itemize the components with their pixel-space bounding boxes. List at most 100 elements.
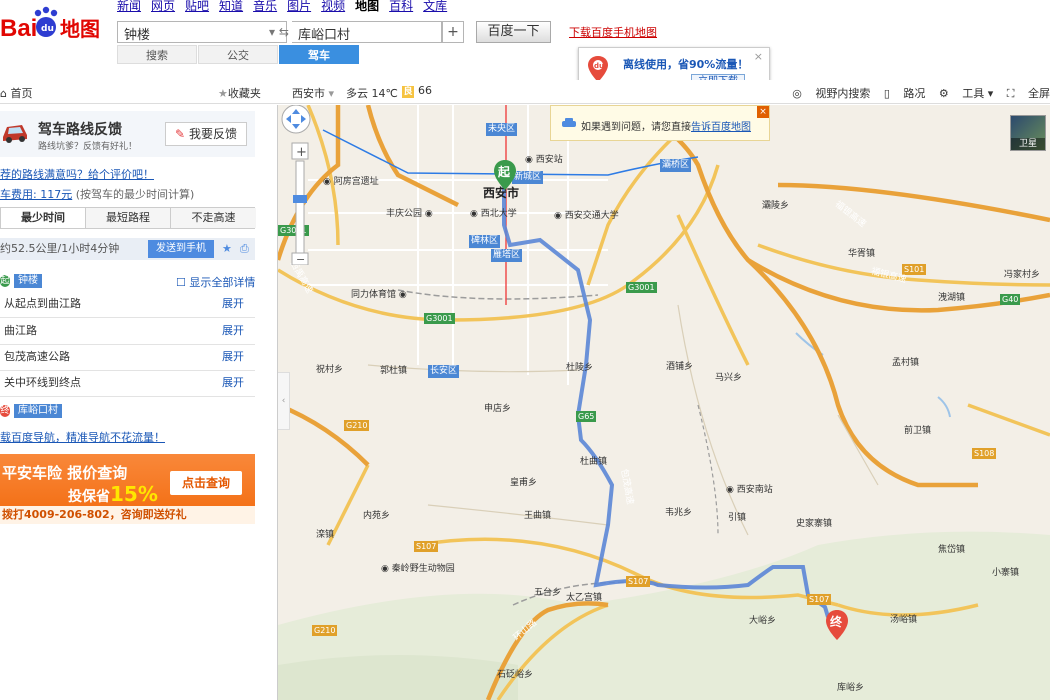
to-input[interactable]: 库峪口村 [292,21,442,43]
place-label[interactable]: ◉ 阿房宫遗址 [323,174,379,187]
place-label[interactable]: 孟村镇 [892,355,919,368]
route-segment[interactable]: 关中环线到终点 展开 [0,371,255,397]
route-segment[interactable]: 包茂高速公路 展开 [0,345,255,371]
top-nav-link[interactable]: 地图 [355,0,379,13]
top-nav-link[interactable]: 视频 [321,0,345,13]
feedback-button[interactable]: ✎ 我要反馈 [165,122,247,146]
toast-message: 离线使用，省90%流量！ [623,58,749,71]
place-label[interactable]: ◉ 西安南站 [726,482,773,495]
place-label[interactable]: 大峪乡 [749,613,776,626]
place-label[interactable]: 灞陵乡 [762,198,789,211]
insurance-ad[interactable]: 平安车险 报价查询 投保省15% 点击查询 拨打4009-206-802，咨询即… [0,454,255,524]
district-label[interactable]: 长安区 [428,365,460,378]
close-icon[interactable]: × [754,50,763,63]
expand-link[interactable]: 展开 [222,345,244,369]
home-link[interactable]: ⌂ 首页 [0,85,32,101]
place-label[interactable]: 库峪乡 [837,680,864,693]
top-nav-link[interactable]: 图片 [287,0,311,13]
place-label[interactable]: 内苑乡 [363,508,390,521]
place-label[interactable]: 洩湖镇 [938,290,965,303]
top-nav-link[interactable]: 音乐 [253,0,277,13]
expand-link[interactable]: 展开 [222,371,244,395]
place-label[interactable]: 杜陵乡 [566,360,593,373]
place-label[interactable]: 滦镇 [316,527,334,540]
star-icon[interactable]: ★ [222,238,232,260]
district-label[interactable]: 未央区 [486,123,518,136]
tab-drive[interactable]: 驾车 [279,45,359,64]
show-all-details[interactable]: ☐ 显示全部详情 [176,274,255,290]
place-label[interactable]: 小寨镇 [992,565,1019,578]
collapse-sidebar-toggle[interactable]: ‹ [278,372,290,430]
top-nav-link[interactable]: 知道 [219,0,243,13]
tool-search-in-view[interactable]: ◎ 视野内搜索 [792,87,870,100]
place-label[interactable]: 石砭峪乡 [497,667,533,680]
place-label[interactable]: ◉ 秦岭野生动物园 [381,561,455,574]
place-label[interactable]: 申店乡 [484,401,511,414]
route-segment[interactable]: 从起点到曲江路 展开 [0,292,255,318]
place-label[interactable]: 焦岱镇 [938,542,965,555]
tab-least-time[interactable]: 最少时间 [1,208,86,228]
tab-no-highway[interactable]: 不走高速 [171,208,256,228]
place-label[interactable]: 五台乡 [534,585,561,598]
place-label[interactable]: 华胥镇 [848,246,875,259]
print-icon[interactable]: ⎙ [240,238,249,260]
add-waypoint-button[interactable]: + [442,21,464,43]
place-label[interactable]: 酒铺乡 [666,359,693,372]
map-canvas[interactable]: 未央区 ◉ 西安站 ◉ 阿房宫遗址 西安市 新城区 灞桥区 丰庆公园 ◉ ◉ 西… [278,105,1050,700]
place-label[interactable]: 王曲镇 [524,508,551,521]
place-label[interactable]: ◉ 西安交通大学 [554,208,619,221]
expand-link[interactable]: 展开 [222,319,244,343]
favorites-link[interactable]: ★收藏夹 [218,85,261,101]
cost-link[interactable]: 车费用: 117元 [0,188,72,201]
rate-route-link[interactable]: 荐的路线满意吗？给个评价吧！ [0,166,154,182]
place-label[interactable]: 史家寨镇 [796,516,832,529]
place-label[interactable]: 引镇 [728,510,746,523]
from-input[interactable]: 钟楼 [117,21,287,43]
expand-link[interactable]: 展开 [222,292,244,316]
notice-link[interactable]: 告诉百度地图 [691,122,751,133]
tool-fullscreen[interactable]: ⛶ 全屏 [1007,87,1050,100]
top-nav-link[interactable]: 新闻 [117,0,141,13]
place-label[interactable]: 郭杜镇 [380,363,407,376]
download-app-link[interactable]: 下载百度手机地图 [569,24,657,40]
city-selector[interactable]: 西安市 ▾ [292,85,334,101]
tool-traffic[interactable]: ▯ 路况 [884,87,926,100]
satellite-toggle[interactable]: 卫星 [1010,115,1046,151]
top-nav-link[interactable]: 网页 [151,0,175,13]
place-label[interactable]: ◉ 西安站 [525,152,563,165]
close-icon[interactable]: × [757,106,769,118]
place-label[interactable]: 杜曲镇 [580,454,607,467]
top-nav-link[interactable]: 贴吧 [185,0,209,13]
top-nav-link[interactable]: 百科 [389,0,413,13]
swap-icon[interactable]: ▾ ⇆ [266,21,292,43]
place-label[interactable]: ◉ 西北大学 [470,206,517,219]
send-to-phone-button[interactable]: 发送到手机 [148,240,214,258]
start-marker-icon[interactable]: 起 [493,160,517,190]
zoom-control[interactable]: + − [278,105,314,265]
place-label[interactable]: 同力体育馆 ◉ [351,287,407,300]
end-marker-icon[interactable]: 终 [825,610,849,640]
place-label[interactable]: 前卫镇 [904,423,931,436]
place-label[interactable]: 祝村乡 [316,362,343,375]
district-label[interactable]: 灞桥区 [660,159,692,172]
place-label[interactable]: 丰庆公园 ◉ [386,206,433,219]
baidu-logo[interactable]: Bai du 地图 [0,2,110,44]
ad-query-button[interactable]: 点击查询 [170,471,242,495]
svg-text:终: 终 [830,614,843,629]
tab-search[interactable]: 搜索 [117,45,197,64]
navigation-download-link[interactable]: 载百度导航，精准导航不花流量！ [0,429,165,445]
tab-transit[interactable]: 公交 [198,45,278,64]
place-label[interactable]: 韦兆乡 [665,505,692,518]
place-label[interactable]: 汤峪镇 [890,612,917,625]
place-label[interactable]: 冯家村乡 [1004,267,1040,280]
tool-tools[interactable]: ⚙ 工具 ▾ [939,87,993,100]
top-nav-link[interactable]: 文库 [423,0,447,13]
place-label[interactable]: 皇甫乡 [510,475,537,488]
search-button[interactable]: 百度一下 [476,21,551,43]
route-segment[interactable]: 曲江路 展开 [0,319,255,345]
place-label[interactable]: 马兴乡 [715,370,742,383]
place-label[interactable]: 太乙宫镇 [566,590,602,603]
district-label[interactable]: 碑林区 [469,235,501,248]
district-label[interactable]: 雁塔区 [491,249,523,262]
tab-shortest[interactable]: 最短路程 [86,208,171,228]
